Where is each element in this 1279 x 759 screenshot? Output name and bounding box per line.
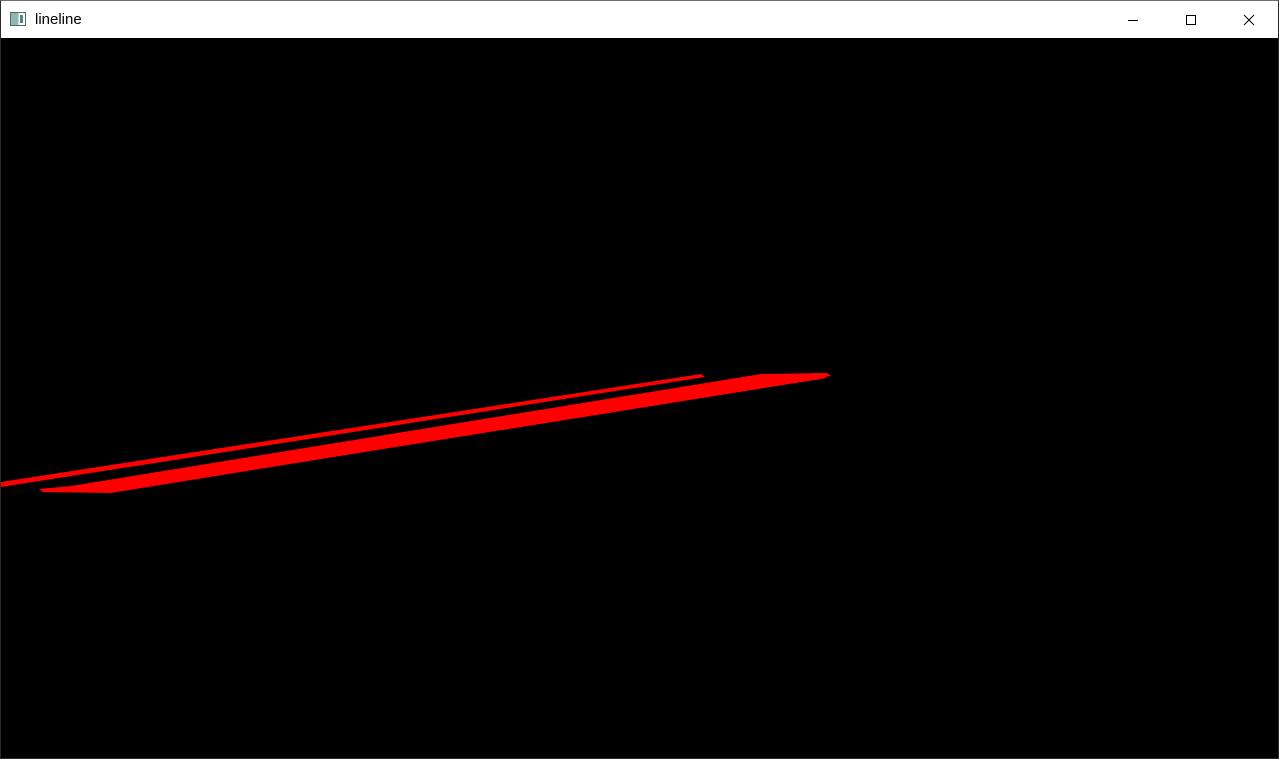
minimize-icon [1128,19,1138,21]
window-controls [1104,1,1278,38]
red-line-upper [1,374,705,487]
title-bar[interactable]: lineline [1,1,1278,38]
app-window: lineline [0,0,1279,759]
red-line-lower-edge [101,373,827,493]
drawing-canvas[interactable] [1,38,1278,758]
maximize-icon [1186,14,1196,25]
minimize-button[interactable] [1104,1,1162,38]
close-icon [1243,14,1255,25]
window-title: lineline [35,11,82,28]
line-drawing [1,373,831,493]
app-window-icon [10,12,26,26]
close-button[interactable] [1220,1,1278,38]
maximize-button[interactable] [1162,1,1220,38]
